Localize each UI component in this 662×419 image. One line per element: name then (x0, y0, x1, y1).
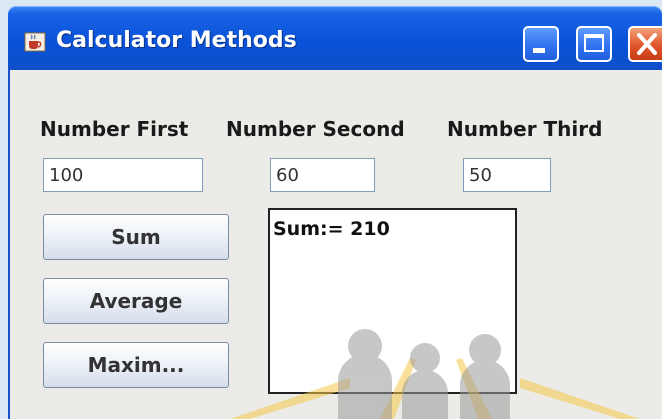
minimize-button[interactable] (523, 26, 559, 62)
maximize-icon (584, 34, 604, 52)
maximum-button[interactable]: Maxim... (43, 342, 229, 388)
average-button[interactable]: Average (43, 278, 229, 324)
close-icon (637, 33, 657, 55)
people-watermark-icon (230, 329, 640, 419)
close-button[interactable] (628, 26, 662, 62)
java-coffee-cup-icon (24, 32, 46, 52)
title-bar[interactable]: Calculator Methods (8, 6, 662, 70)
sum-button[interactable]: Sum (43, 214, 229, 260)
result-text: Sum:= 210 (273, 218, 390, 240)
number-third-input[interactable] (463, 158, 551, 192)
window-title: Calculator Methods (56, 28, 297, 53)
number-second-input[interactable] (270, 158, 375, 192)
label-number-third: Number Third (447, 117, 603, 141)
calculator-window: Calculator Methods Number First Number S… (0, 0, 662, 419)
label-number-second: Number Second (226, 117, 405, 141)
number-first-input[interactable] (43, 158, 203, 192)
minimize-icon (533, 48, 545, 53)
label-number-first: Number First (40, 117, 189, 141)
maximize-button[interactable] (576, 26, 612, 62)
